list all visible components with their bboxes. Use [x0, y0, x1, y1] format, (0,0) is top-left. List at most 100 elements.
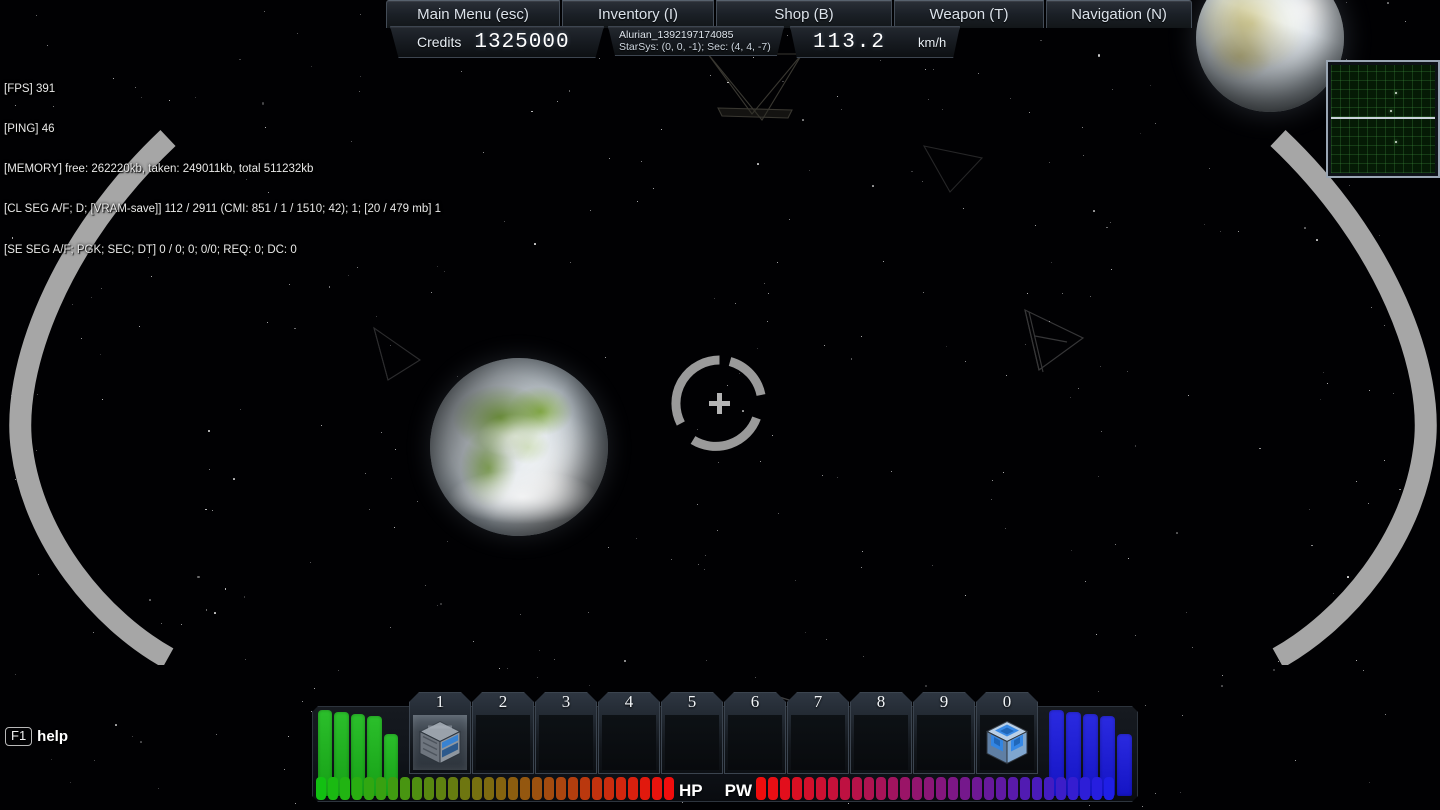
star [267, 322, 269, 324]
star [1061, 292, 1063, 294]
star [777, 262, 779, 264]
star [313, 687, 315, 689]
star [1379, 234, 1381, 236]
radar-pane-top[interactable] [1331, 65, 1435, 119]
star [1348, 184, 1350, 186]
hotbar-slot-5[interactable]: 5 [661, 692, 723, 774]
star [825, 639, 827, 641]
pw-segment [948, 777, 959, 800]
hotbar[interactable]: 1234567890 HP PW [312, 706, 1138, 802]
star [503, 220, 505, 222]
star [860, 336, 862, 338]
hotbar-slot-8[interactable]: 8 [850, 692, 912, 774]
hotbar-slot-0[interactable]: 0 [976, 692, 1038, 774]
hp-segment [652, 777, 662, 800]
pw-segment [1020, 777, 1031, 800]
tab-navigation[interactable]: Navigation (N) [1046, 0, 1192, 28]
navigation-radar[interactable] [1326, 60, 1440, 178]
star [1393, 393, 1395, 395]
hotbar-slot-key: 3 [561, 692, 571, 711]
hp-segment [592, 777, 602, 800]
hp-pw-bars: HP PW [316, 770, 1134, 800]
star [205, 609, 208, 611]
debug-readout: [FPS] 391 [PING] 46 [MEMORY] free: 26222… [4, 56, 441, 284]
hotbar-slot-1[interactable]: 1 [409, 692, 471, 774]
speed-panel[interactable]: 113.2 km/h [790, 26, 960, 58]
hp-segment [352, 777, 362, 800]
menu-tab-row: Main Menu (esc) Inventory (I) Shop (B) Weap… [386, 0, 1194, 28]
crosshair [668, 352, 771, 455]
hotbar-slot-key: 2 [498, 692, 508, 711]
star [1089, 805, 1091, 807]
game-viewport[interactable]: [FPS] 391 [PING] 46 [MEMORY] free: 26222… [0, 0, 1440, 810]
ship-ident-panel[interactable]: Alurian_1392197174085 StarSys: (0, 0, -1… [608, 26, 784, 56]
star [390, 627, 392, 629]
star [590, 210, 592, 212]
star [132, 736, 134, 738]
hotbar-slots[interactable]: 1 2 3 4 5 6 7 8 9 0 [409, 692, 1041, 774]
tab-inventory[interactable]: Inventory (I) [562, 0, 714, 28]
tab-weapon[interactable]: Weapon (T) [894, 0, 1044, 28]
hp-segment [556, 777, 566, 800]
star [380, 432, 382, 434]
star [35, 450, 37, 452]
hp-segment [316, 777, 326, 800]
hp-segment [448, 777, 458, 800]
star [534, 243, 536, 245]
star [1311, 544, 1313, 547]
star [101, 399, 103, 401]
star [328, 286, 331, 288]
hp-segment [412, 777, 422, 800]
pw-segment [792, 777, 803, 800]
star [461, 71, 463, 73]
pw-segment [768, 777, 779, 800]
star [216, 734, 218, 736]
star [1114, 544, 1116, 546]
star [608, 157, 610, 159]
star [1308, 509, 1310, 511]
hotbar-slot-3[interactable]: 3 [535, 692, 597, 774]
pw-segment [816, 777, 827, 800]
hotbar-slot-key: 8 [876, 692, 886, 711]
star [81, 337, 83, 339]
tab-main-menu[interactable]: Main Menu (esc) [386, 0, 560, 28]
star [636, 201, 638, 203]
pw-segment [804, 777, 815, 800]
hp-segment [376, 777, 386, 800]
hotbar-slot-9[interactable]: 9 [913, 692, 975, 774]
star [337, 669, 339, 671]
radar-pane-bottom[interactable] [1331, 119, 1435, 173]
debug-line-se-seg: [SE SEG A/F; PGK; SEC; DT] 0 / 0; 0; 0/0… [4, 243, 297, 256]
star [1010, 98, 1012, 100]
tab-shop[interactable]: Shop (B) [716, 0, 892, 28]
star [1003, 472, 1005, 474]
top-hud: Main Menu (esc) Inventory (I) Shop (B) Weap… [0, 0, 1440, 60]
star [539, 649, 541, 651]
pw-segment [1008, 777, 1019, 800]
credits-panel[interactable]: Credits 1325000 [390, 26, 604, 58]
hotbar-slot-4[interactable]: 4 [598, 692, 660, 774]
star [777, 513, 779, 515]
star [1112, 88, 1114, 90]
pw-segment [936, 777, 947, 800]
star [149, 599, 151, 601]
star [941, 109, 943, 111]
hotbar-slot-2[interactable]: 2 [472, 692, 534, 774]
pw-segment [912, 777, 923, 800]
hotbar-slot-body [791, 715, 845, 770]
debug-line-cl-seg: [CL SEG A/F; D; [VRAM-save]] 112 / 2911 … [4, 203, 441, 216]
planet-earthlike [430, 358, 608, 536]
hp-segment [340, 777, 350, 800]
debug-line-fps: [FPS] 391 [4, 82, 56, 95]
hotbar-slot-7[interactable]: 7 [787, 692, 849, 774]
pw-segment [996, 777, 1007, 800]
tab-weapon-label: Weapon (T) [929, 6, 1009, 23]
tab-shop-label: Shop (B) [774, 6, 834, 23]
hotbar-slot-body [602, 715, 656, 770]
help-hint[interactable]: F1 help [5, 727, 68, 746]
star [1110, 221, 1112, 223]
star [391, 477, 392, 479]
hotbar-slot-6[interactable]: 6 [724, 692, 786, 774]
star [671, 558, 673, 560]
star [1128, 557, 1130, 559]
